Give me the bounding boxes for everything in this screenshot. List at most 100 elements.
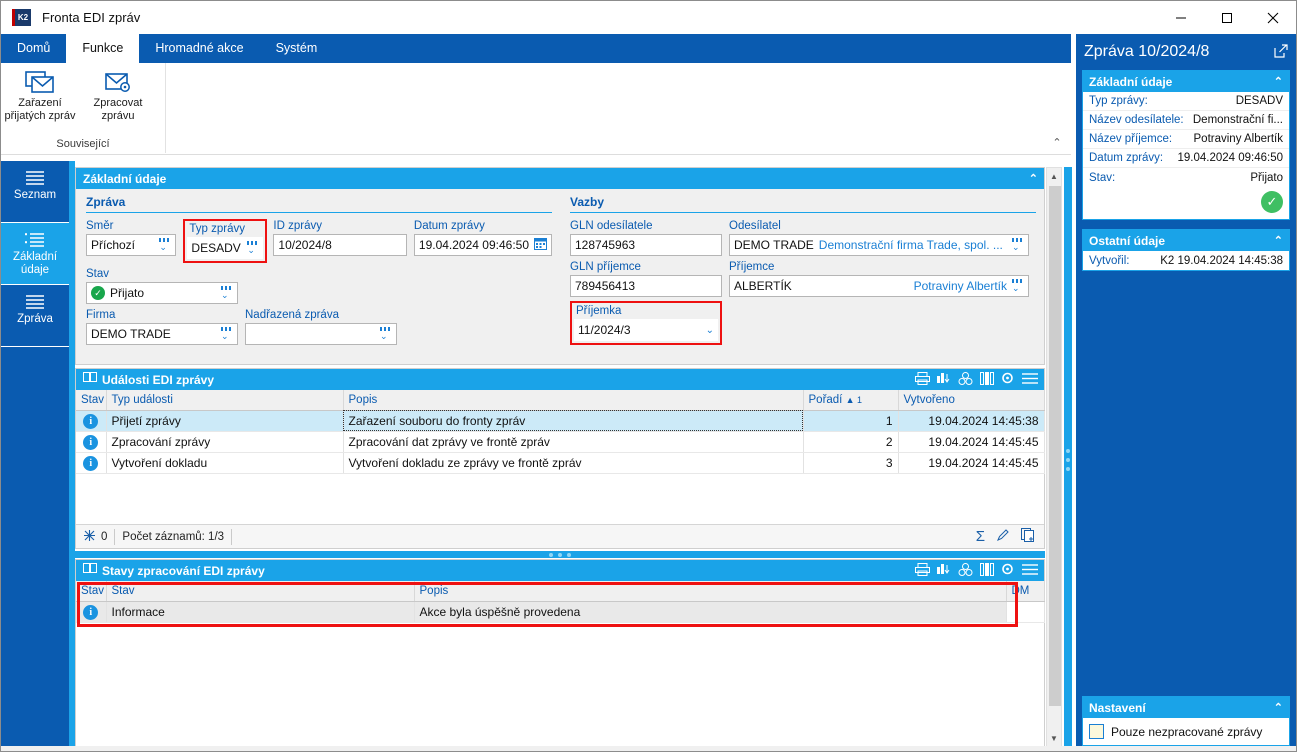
horizontal-splitter[interactable]	[75, 551, 1045, 558]
chevron-down-icon[interactable]: ⌄	[220, 327, 233, 341]
typ-zpravy-input[interactable]: DESADV ⌄	[187, 237, 264, 259]
info-value: Přijato	[1250, 171, 1283, 184]
record-count-label: Počet záznamů: 1/3	[122, 530, 225, 543]
row-stav-cell: Informace	[106, 601, 415, 623]
pivot-icon[interactable]	[958, 371, 973, 388]
sidebar-item-seznam[interactable]: Seznam	[1, 161, 69, 223]
info-row-typ-zpravy: Typ zprávy: DESADV	[1083, 92, 1289, 111]
stav-label: Stav	[86, 268, 110, 280]
flag-icon[interactable]	[83, 529, 96, 545]
firma-label: Firma	[86, 309, 116, 321]
zpracovat-label-2: zprávu	[101, 110, 135, 122]
events-grid-panel: Události EDI zprávy Stav Typ události Po…	[75, 368, 1045, 549]
gln-prijemce-input[interactable]: 789456413	[570, 275, 722, 297]
message-section: Zpráva Směr Příchozí ⌄ Typ zprávy DESADV…	[76, 189, 560, 364]
nadrazena-zprava-input[interactable]: ⌄	[245, 323, 397, 345]
table-row[interactable]: i Zpracování zprávy Zpracování dat zpráv…	[76, 431, 1045, 453]
card-ostatni-udaje-header[interactable]: Ostatní údaje ⌃	[1083, 230, 1289, 251]
odesilatel-subvalue: Demonstrační firma Trade, spol. ...	[818, 238, 1003, 252]
external-link-icon[interactable]	[1274, 43, 1288, 61]
firma-input[interactable]: DEMO TRADE ⌄	[86, 323, 238, 345]
chevron-down-icon[interactable]: ⌄	[158, 238, 171, 252]
prijemce-input[interactable]: ALBERTÍK Potraviny Albertík ⌄	[729, 275, 1029, 297]
gear-icon[interactable]	[1001, 372, 1015, 388]
id-zpravy-input[interactable]: 10/2024/8	[273, 234, 407, 256]
right-info-panel: Zpráva 10/2024/8 Základní údaje ⌃ Typ zp…	[1076, 34, 1296, 751]
chevron-up-icon[interactable]: ⌃	[1049, 135, 1065, 151]
col-stav[interactable]: Stav	[106, 581, 415, 602]
events-table: Stav Typ události Popis Pořadí ▲ 1 Vytvo…	[76, 390, 1045, 474]
chevron-down-icon[interactable]: ⌄	[220, 286, 233, 300]
chevron-down-icon[interactable]: ⌄	[1011, 238, 1024, 252]
col-popis[interactable]: Popis	[343, 390, 804, 411]
checkbox-row-pouze-nezpracovane[interactable]: Pouze nezpracované zprávy	[1083, 718, 1289, 745]
col-stav-icon[interactable]: Stav	[76, 581, 107, 602]
info-row-datum-zpravy: Datum zprávy: 19.04.2024 09:46:50	[1083, 149, 1289, 168]
chevron-up-icon[interactable]: ⌃	[1270, 75, 1289, 88]
table-row[interactable]: i Vytvoření dokladu Vytvoření dokladu ze…	[76, 452, 1045, 474]
chevron-down-icon[interactable]: ⌄	[246, 241, 259, 255]
zarazeni-prijatych-zprav-button[interactable]: Zařazení přijatých zpráv	[1, 67, 79, 129]
col-vytvoreno[interactable]: Vytvořeno	[898, 390, 1045, 411]
print-icon[interactable]	[915, 562, 930, 579]
card-nastaveni-header[interactable]: Nastavení ⌃	[1083, 697, 1289, 718]
scroll-up-arrow[interactable]: ▲	[1047, 168, 1061, 184]
print-icon[interactable]	[915, 371, 930, 388]
menu-icon[interactable]	[1022, 372, 1038, 388]
tab-hromadne-akce[interactable]: Hromadné akce	[139, 34, 259, 63]
odesilatel-input[interactable]: DEMO TRADE Demonstrační firma Trade, spo…	[729, 234, 1029, 256]
calendar-icon[interactable]	[534, 237, 547, 253]
chevron-down-icon[interactable]: ⌄	[702, 325, 714, 336]
sidebar-item-zakladni-udaje[interactable]: Základní údaje	[1, 223, 69, 285]
chart-icon[interactable]	[937, 563, 951, 579]
edit-icon[interactable]	[996, 528, 1010, 545]
tab-domu[interactable]: Domů	[1, 34, 66, 63]
sum-icon[interactable]: Σ	[976, 528, 985, 545]
info-key: Vytvořil:	[1089, 254, 1130, 267]
chart-icon[interactable]	[937, 372, 951, 388]
stav-input[interactable]: ✓ Přijato ⌄	[86, 282, 238, 304]
smer-field: Směr Příchozí ⌄	[86, 219, 177, 263]
chevron-up-icon[interactable]: ⌃	[1029, 172, 1038, 185]
sidebar-item-zprava[interactable]: Zpráva	[1, 285, 69, 347]
scroll-down-arrow[interactable]: ▼	[1047, 730, 1061, 746]
links-section-title: Vazby	[570, 195, 605, 209]
chevron-down-icon[interactable]: ⌄	[379, 327, 392, 341]
vertical-splitter[interactable]	[1064, 167, 1072, 751]
columns-icon[interactable]	[980, 562, 994, 579]
datum-zpravy-input[interactable]: 19.04.2024 09:46:50	[413, 234, 552, 256]
info-row-stav: Stav: Přijato	[1083, 168, 1289, 187]
table-row[interactable]: i Informace Akce byla úspěšně provedena	[76, 601, 1045, 623]
close-button[interactable]	[1250, 1, 1296, 34]
col-poradi[interactable]: Pořadí ▲ 1	[803, 390, 899, 411]
prijemka-input[interactable]: 11/2024/3 ⌄	[574, 319, 718, 341]
typ-zpravy-value: DESADV	[191, 241, 241, 255]
pivot-icon[interactable]	[958, 562, 973, 579]
maximize-button[interactable]	[1204, 1, 1250, 34]
zpracovat-zpravu-button[interactable]: Zpracovat zprávu	[79, 67, 157, 129]
gear-icon[interactable]	[1001, 563, 1015, 579]
main-vertical-scrollbar[interactable]: ▲ ▼	[1046, 167, 1062, 747]
tab-system[interactable]: Systém	[260, 34, 334, 63]
col-typ-udalosti[interactable]: Typ události	[106, 390, 344, 411]
col-dm[interactable]: DM	[1006, 581, 1045, 602]
columns-icon[interactable]	[980, 371, 994, 388]
checkbox-pouze-nezpracovane[interactable]	[1089, 724, 1104, 739]
chevron-up-icon[interactable]: ⌃	[1270, 234, 1289, 247]
smer-input[interactable]: Příchozí ⌄	[86, 234, 177, 256]
col-stav[interactable]: Stav	[76, 390, 107, 411]
main-content: Základní údaje ⌃ Zpráva Směr Příchozí ⌄ …	[75, 167, 1045, 747]
col-popis[interactable]: Popis	[414, 581, 1007, 602]
chevron-up-icon[interactable]: ⌃	[1270, 701, 1289, 714]
copy-icon[interactable]	[1021, 528, 1036, 545]
table-row[interactable]: i Přijetí zprávy Zařazení souboru do fro…	[76, 410, 1045, 432]
envelope-gear-icon	[79, 67, 157, 97]
tab-funkce[interactable]: Funkce	[66, 34, 140, 63]
scroll-thumb[interactable]	[1049, 186, 1061, 706]
chevron-down-icon[interactable]: ⌄	[1011, 279, 1024, 293]
card-zakladni-udaje-header[interactable]: Základní údaje ⌃	[1083, 71, 1289, 92]
gln-odesilatele-input[interactable]: 128745963	[570, 234, 722, 256]
status-badge: ✓	[1083, 187, 1289, 219]
menu-icon[interactable]	[1022, 563, 1038, 579]
minimize-button[interactable]	[1158, 1, 1204, 34]
